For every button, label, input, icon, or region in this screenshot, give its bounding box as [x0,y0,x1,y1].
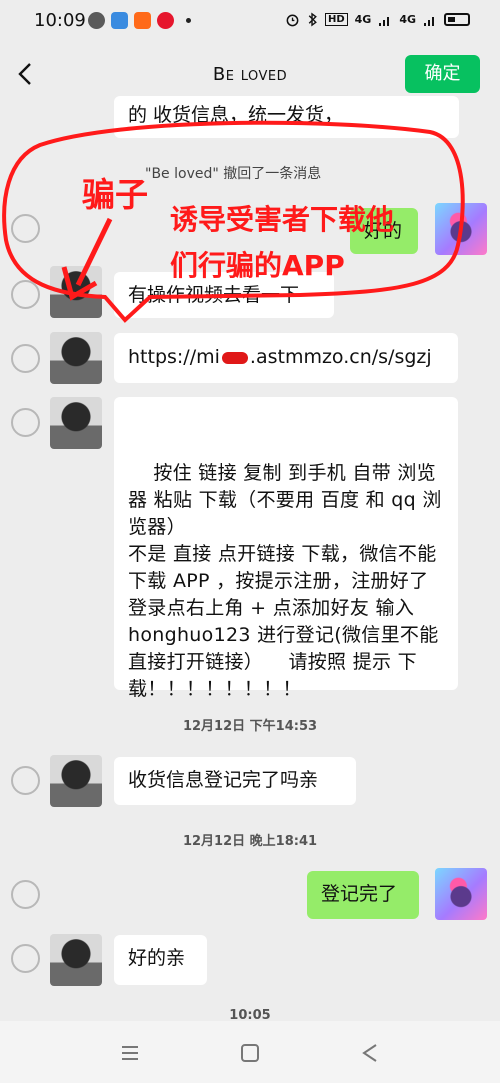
bluetooth-icon [308,12,317,27]
weibo-icon [157,12,174,29]
hd-badge: HD [324,13,348,26]
app-icon [111,12,128,29]
system-icons: HD 4G 4G [285,12,470,27]
message-text: 收货信息登记完了吗亲 [128,769,319,791]
message-bubble[interactable]: 收货信息登记完了吗亲 [114,757,356,805]
select-checkbox[interactable] [11,214,40,243]
select-checkbox[interactable] [11,408,40,437]
select-checkbox[interactable] [11,344,40,373]
message-bubble-partial[interactable]: 的 收货信息，统一发货， [114,96,459,138]
my-message-bubble[interactable]: 登记完了 [307,871,419,919]
annotation-label-line-2: 们行骗的APP [170,249,345,282]
timestamp: 12月12日 晚上18:41 [182,834,318,849]
link-text[interactable]: https://mi .astmmzo.cn/s/sgzj [128,346,432,368]
select-checkbox[interactable] [11,766,40,795]
message-text: 的 收货信息，统一发货， [128,104,344,126]
annotation-arrow-icon [61,217,113,301]
status-time: 10:09 [34,10,86,31]
message-bubble[interactable]: 按住 链接 复制 到手机 自带 浏览器 粘贴 下载（不要用 百度 和 qq 浏览… [114,397,458,700]
my-avatar[interactable] [435,203,487,255]
message-bubble[interactable]: 好的亲 [114,935,207,985]
status-bar: 10:09 HD 4G 4G [0,0,500,44]
more-dot-icon [186,18,191,23]
message-text: 登记完了 [321,883,398,905]
home-icon[interactable] [238,1041,262,1065]
message-text: 有操作视频去看一下 [128,284,300,306]
my-avatar[interactable] [435,868,487,920]
confirm-button[interactable]: 确定 [405,55,480,93]
message-text: 好的亲 [128,947,186,969]
battery-icon [444,13,470,26]
timestamp: 12月12日 下午14:53 [182,719,318,734]
annotation-label-line-1: 诱导受害者下载他 [170,203,395,236]
link-message-bubble[interactable]: https://mi .astmmzo.cn/s/sgzj [114,333,458,383]
signal-1-icon [379,16,390,26]
notification-icons [88,12,191,29]
wechat-icon [88,12,105,29]
select-checkbox[interactable] [11,280,40,309]
back-nav-icon[interactable] [358,1041,382,1065]
signal-2-label: 4G [399,13,416,26]
alarm-icon [286,14,299,27]
menu-icon[interactable] [118,1041,142,1065]
contact-avatar[interactable] [50,332,102,384]
system-nav-bar [0,1021,500,1083]
select-checkbox[interactable] [11,944,40,973]
annotation-label-scammer: 骗子 [82,175,148,214]
signal-1-label: 4G [354,13,372,26]
redaction-mark [221,351,248,364]
contact-avatar[interactable] [50,397,102,449]
contact-avatar[interactable] [50,934,102,986]
select-checkbox[interactable] [11,880,40,909]
message-text: 按住 链接 复制 到手机 自带 浏览器 粘贴 下载（不要用 百度 和 qq 浏览… [128,462,442,700]
taobao-icon [134,12,151,29]
signal-2-icon [424,16,434,26]
recall-notice: "Be loved" 撤回了一条消息 [145,166,322,182]
contact-avatar[interactable] [50,755,102,807]
